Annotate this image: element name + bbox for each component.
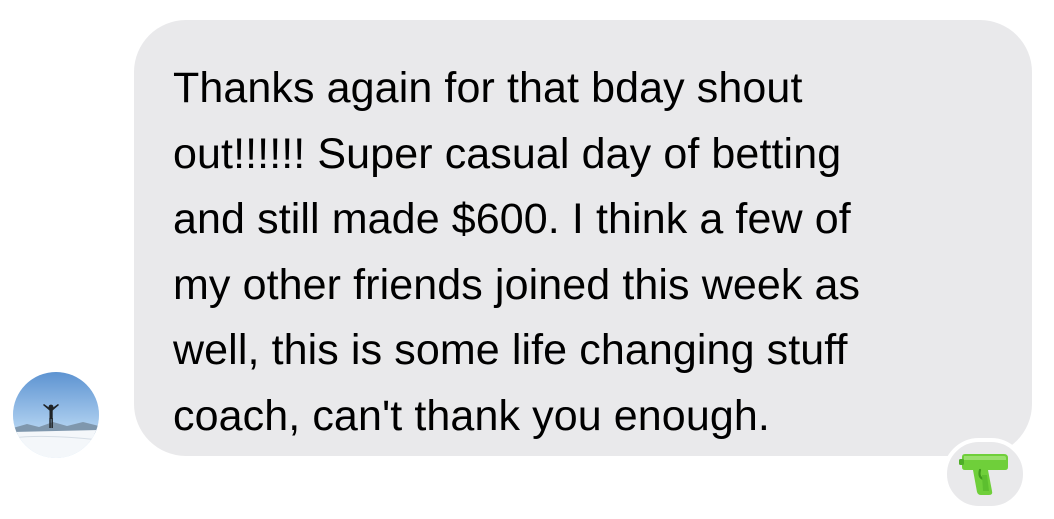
- person-on-mountain-avatar-icon: [13, 372, 99, 458]
- message-line: my other friends joined this week as: [173, 260, 861, 309]
- water-pistol-icon: [959, 454, 1008, 495]
- message-line: Thanks again for that bday shout: [173, 64, 803, 112]
- reaction-badge[interactable]: [943, 438, 1027, 510]
- message-line: coach, can't thank you enough.: [173, 391, 770, 440]
- chat-thread: Thanks again for that bday shout out!!!!…: [0, 0, 1054, 519]
- message-line: and still made $600. I think a few of: [173, 195, 851, 243]
- message-line: well, this is some life changing stuff: [173, 326, 848, 374]
- sender-avatar[interactable]: [13, 372, 99, 458]
- message-text: Thanks again for that bday shout out!!!!…: [173, 56, 1002, 449]
- message-line: out!!!!!! Super casual day of betting: [173, 129, 842, 178]
- message-bubble[interactable]: Thanks again for that bday shout out!!!!…: [134, 20, 1032, 456]
